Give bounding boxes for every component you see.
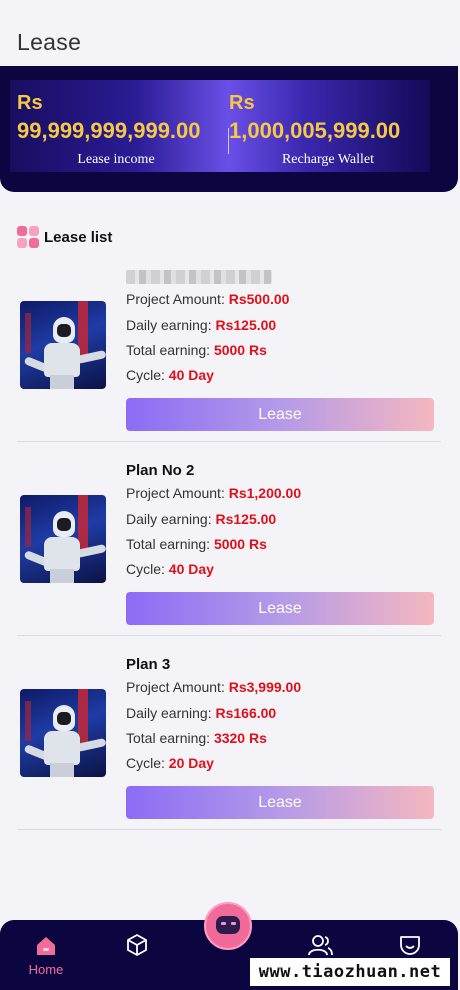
cycle-value: 40 Day [168,367,214,383]
recharge-wallet-amount: 1,000,005,999.00 [229,118,401,143]
lease-list-title: Lease list [44,228,113,246]
lease-button[interactable]: Lease [126,398,434,431]
lease-income-label: Lease income [77,152,155,167]
total-earning-label: Total earning: [126,536,214,552]
tab-home-label: Home [28,962,64,977]
total-earning-value: 5000 Rs [213,536,267,552]
total-earning-value: 5000 Rs [213,342,267,358]
project-amount-row: Project Amount: Rs500.00 [126,291,289,307]
cycle-row: Cycle: 40 Day [126,561,214,577]
tab-products[interactable] [107,920,167,980]
project-amount-row: Project Amount: Rs3,999.00 [126,679,301,695]
daily-earning-row: Daily earning: Rs125.00 [126,317,276,333]
lease-list-heading: Lease list [17,226,112,248]
plan-name-blurred [126,270,272,284]
daily-earning-label: Daily earning: [126,705,216,721]
recharge-wallet-currency: Rs [229,92,255,114]
cycle-label: Cycle: [126,561,169,577]
wallet-banner: Rs 99,999,999,999.00 Lease income Rs 1,0… [10,80,430,172]
cycle-row: Cycle: 20 Day [126,755,214,771]
total-earning-row: Total earning: 5000 Rs [126,342,267,358]
daily-earning-row: Daily earning: Rs166.00 [126,705,276,721]
cycle-value: 20 Day [168,755,214,771]
daily-earning-value: Rs125.00 [215,511,277,527]
users-icon [308,935,333,956]
box-icon [127,934,147,956]
total-earning-label: Total earning: [126,730,214,746]
center-robot-button[interactable] [204,902,252,950]
watermark-text: www.tiaozhuan.net [250,958,450,986]
project-amount-value: Rs500.00 [228,291,290,307]
recharge-wallet-panel: Rs 1,000,005,999.00 Recharge Wallet [222,80,434,172]
recharge-wallet-label: Recharge Wallet [281,152,375,167]
total-earning-row: Total earning: 5000 Rs [126,536,267,552]
home-icon [37,937,55,955]
daily-earning-value: Rs166.00 [215,705,277,721]
project-amount-label: Project Amount: [126,679,229,695]
lease-button[interactable]: Lease [126,786,434,819]
lease-income-panel: Rs 99,999,999,999.00 Lease income [10,80,222,172]
cycle-label: Cycle: [126,367,169,383]
daily-earning-label: Daily earning: [126,317,216,333]
daily-earning-label: Daily earning: [126,511,216,527]
daily-earning-value: Rs125.00 [215,317,277,333]
cycle-row: Cycle: 40 Day [126,367,214,383]
lease-income-currency: Rs [17,92,43,114]
page-title: Lease [17,29,82,55]
daily-earning-row: Daily earning: Rs125.00 [126,511,276,527]
project-amount-value: Rs1,200.00 [228,485,302,501]
project-amount-row: Project Amount: Rs1,200.00 [126,485,301,501]
lease-income-amount: 99,999,999,999.00 [17,118,201,143]
page-header: Lease [0,0,460,66]
robot-image [20,301,106,389]
plan-name: Plan No 2 [126,462,195,479]
total-earning-row: Total earning: 3320 Rs [126,730,267,746]
tab-home[interactable]: Home [16,920,76,980]
plan-card-2: Plan No 2 Project Amount: Rs1,200.00 Dai… [17,442,441,636]
project-amount-value: Rs3,999.00 [228,679,302,695]
plan-card-1: Project Amount: Rs500.00 Daily earning: … [17,248,441,442]
lease-button[interactable]: Lease [126,592,434,625]
profile-icon [400,936,420,955]
total-earning-label: Total earning: [126,342,214,358]
plan-name: Plan 3 [126,656,171,673]
total-earning-value: 3320 Rs [213,730,267,746]
wallet-card: Rs 99,999,999,999.00 Lease income Rs 1,0… [0,66,458,192]
robot-image [20,689,106,777]
project-amount-label: Project Amount: [126,485,229,501]
cycle-value: 40 Day [168,561,214,577]
robot-image [20,495,106,583]
cycle-label: Cycle: [126,755,169,771]
grid-icon [17,226,39,248]
project-amount-label: Project Amount: [126,291,229,307]
plan-card-3: Plan 3 Project Amount: Rs3,999.00 Daily … [17,636,441,830]
